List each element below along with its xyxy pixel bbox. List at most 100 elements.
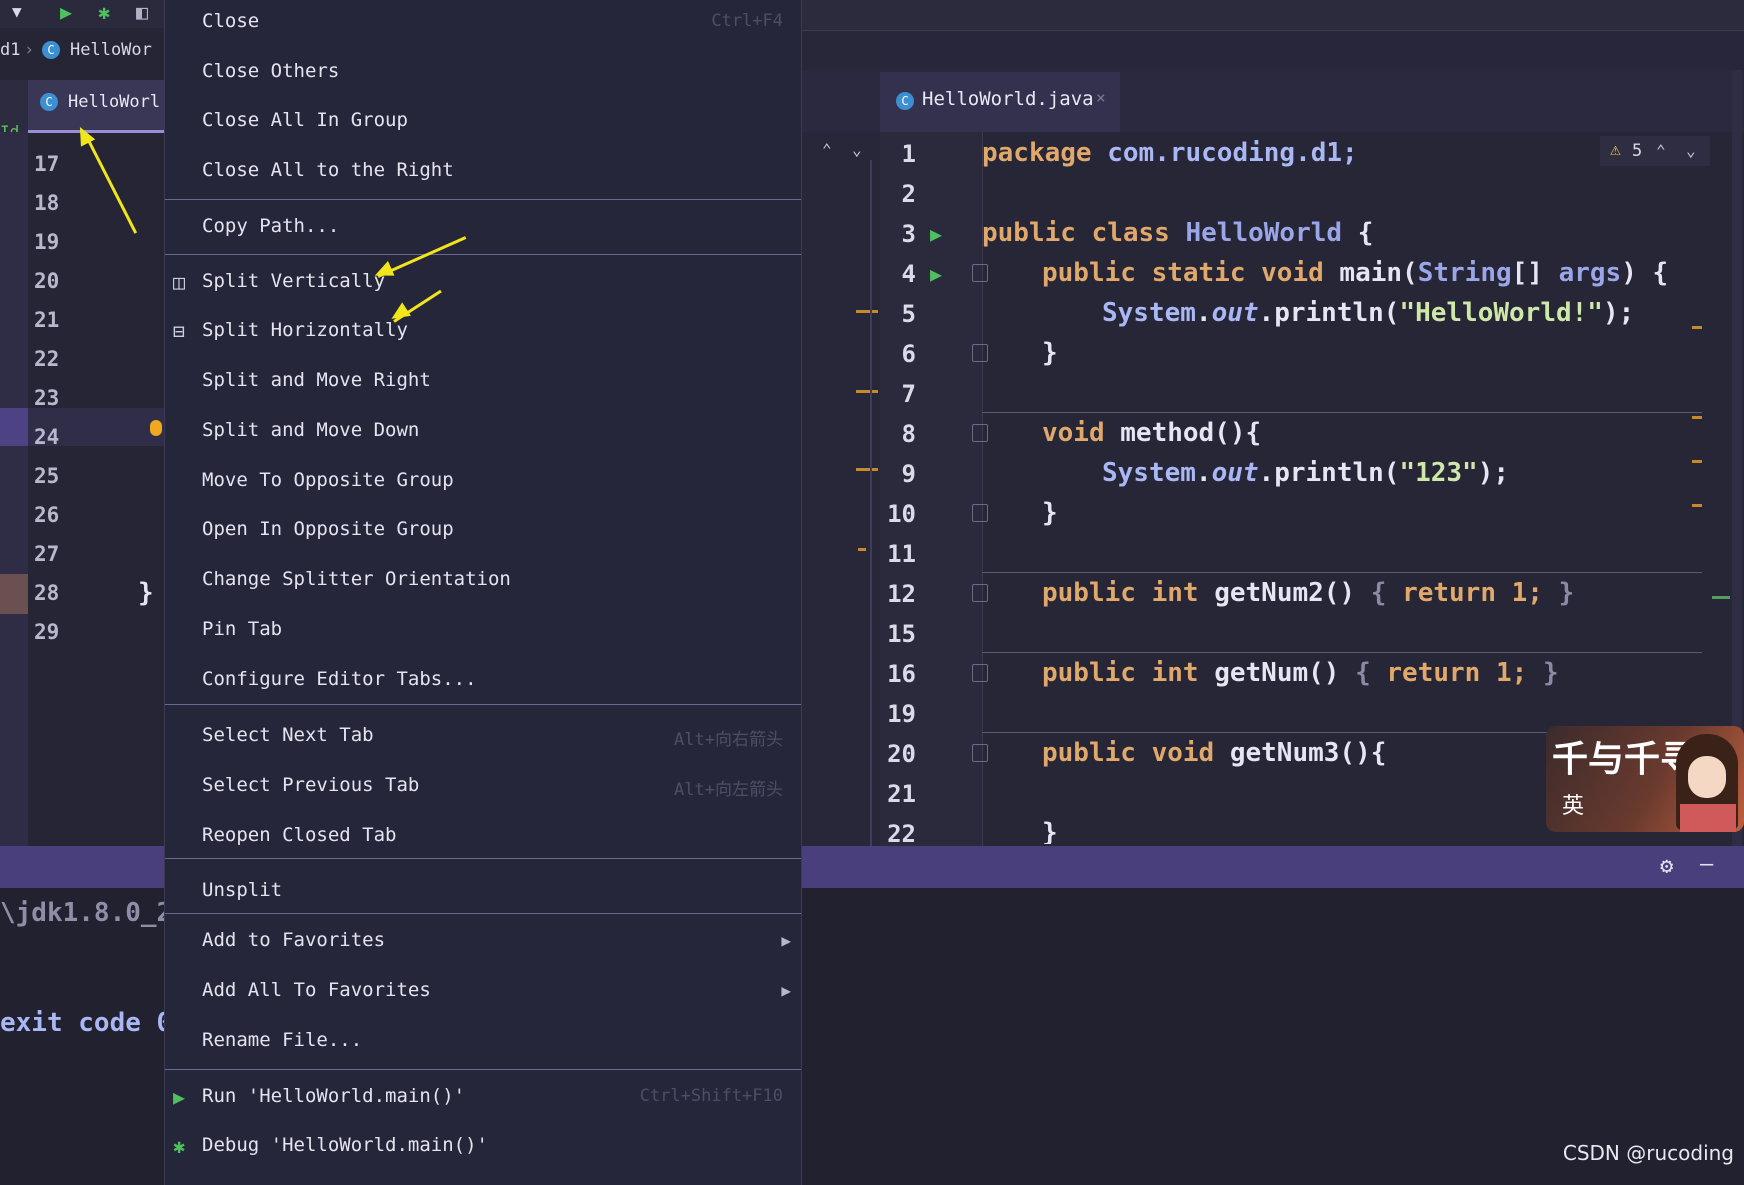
menu-item-copy-path[interactable]: Copy Path... [165,205,801,249]
line-number: 21 [887,780,916,808]
menu-item-unsplit[interactable]: Unsplit [165,869,801,913]
menu-item-open-opposite-group[interactable]: Open In Opposite Group [165,508,801,552]
submenu-arrow-icon: ▶ [781,931,791,950]
debug-icon[interactable]: ✱ [98,0,110,24]
menu-item-split-move-down[interactable]: Split and Move Down [165,409,801,453]
menu-item-close[interactable]: Close Ctrl+F4 [165,0,801,44]
menu-item-configure-editor-tabs[interactable]: Configure Editor Tabs... [165,658,801,702]
tab-context-menu: Close Ctrl+F4 Close Others Close All In Gro… [164,0,802,1185]
menu-item-close-others[interactable]: Close Others [165,50,801,94]
code-line-6: } [1042,338,1058,368]
line-number: 16 [887,660,916,688]
sticker-subtitle: 英 [1562,794,1585,819]
code-line-1: package com.rucoding.d1; [982,138,1358,168]
run-gutter-icon[interactable]: ▶ [930,222,942,246]
line-number: 26 [34,503,60,527]
line-number: 12 [887,580,916,608]
menu-item-shortcut: Ctrl+Shift+F10 [639,1086,783,1106]
chevron-right-icon: › [24,40,35,60]
debug-icon: ✱ [173,1134,186,1158]
menu-item-label: Close All to the Right [202,159,454,181]
line-number: 20 [887,740,916,768]
fold-icon[interactable] [972,264,988,282]
menu-item-debug-main[interactable]: ✱ Debug 'HelloWorld.main()' [165,1124,801,1168]
menu-item-select-previous-tab[interactable]: Select Previous Tab Alt+向左箭头 [165,764,801,808]
menu-item-add-to-favorites[interactable]: Add to Favorites ▶ [165,919,801,963]
coverage-icon[interactable]: ◧ [136,0,148,24]
menu-item-reopen-closed-tab[interactable]: Reopen Closed Tab [165,814,801,858]
menu-item-label: Reopen Closed Tab [202,824,397,846]
change-marker [858,548,866,551]
expand-icon[interactable] [972,584,988,602]
code-line-8: void method(){ [1042,418,1262,448]
line-number: 4 [901,260,916,288]
fold-icon[interactable] [972,504,988,522]
splitter-bar[interactable] [870,160,872,846]
run-icon[interactable]: ▶ [60,0,72,24]
line-number: 11 [887,540,916,568]
breadcrumb-file[interactable]: HelloWor [70,40,152,60]
next-highlight-icon[interactable]: ⌄ [1686,141,1696,160]
menu-item-pin-tab[interactable]: Pin Tab [165,608,801,652]
nav-up-icon[interactable]: ⌃ [822,140,832,159]
line-number: 25 [34,464,60,488]
menu-item-label: Add All To Favorites [202,979,431,1001]
line-number: 19 [887,700,916,728]
menu-item-label: Rename File... [202,1029,363,1051]
menu-item-rename-file[interactable]: Rename File... [165,1019,801,1063]
menu-item-label: Split Horizontally [202,319,408,341]
left-editor-tab[interactable]: C HelloWorl [28,80,164,133]
line-number: 27 [34,542,60,566]
nav-down-icon[interactable]: ⌄ [852,140,862,159]
close-tab-icon[interactable]: × [1096,88,1106,107]
gear-icon[interactable]: ⚙ [1660,854,1673,879]
menu-item-split-move-right[interactable]: Split and Move Right [165,359,801,403]
menu-item-split-horizontally[interactable]: ⊟ Split Horizontally [165,309,801,353]
inspection-widget[interactable]: ⚠ 5 ⌃ ⌄ [1600,136,1710,166]
menu-item-label: Debug 'HelloWorld.main()' [202,1134,488,1156]
warning-stripe [1692,326,1702,329]
split-horizontal-icon: ⊟ [173,319,186,343]
menu-item-add-all-to-favorites[interactable]: Add All To Favorites ▶ [165,969,801,1013]
method-separator [982,652,1702,653]
minimize-icon[interactable]: — [1700,852,1713,877]
menu-item-label: Add to Favorites [202,929,386,951]
menu-item-label: Configure Editor Tabs... [202,668,477,690]
menu-item-close-all-to-right[interactable]: Close All to the Right [165,149,801,193]
character-face [1688,756,1726,798]
menu-item-label: Split and Move Down [202,419,420,441]
code-line-20: public void getNum3(){ [1042,738,1387,768]
dropdown-icon[interactable]: ▼ [12,2,22,21]
change-stripe [1712,596,1730,599]
change-marker [856,310,878,313]
prev-highlight-icon[interactable]: ⌃ [1656,141,1666,160]
menu-item-run-main[interactable]: ▶ Run 'HelloWorld.main()' Ctrl+Shift+F10 [165,1075,801,1119]
line-number: 23 [34,386,60,410]
menu-item-split-vertically[interactable]: ◫ Split Vertically [165,260,801,304]
code-line-12: public int getNum2() { return 1; } [1042,578,1575,608]
expand-icon[interactable] [972,664,988,682]
menu-item-move-opposite-group[interactable]: Move To Opposite Group [165,459,801,503]
watermark: CSDN @rucoding [1562,1141,1734,1165]
menu-item-change-splitter-orientation[interactable]: Change Splitter Orientation [165,558,801,602]
warning-stripe [1692,416,1702,419]
sticker-title: 千与千寻 [1552,738,1697,780]
menu-separator [165,858,801,859]
menu-item-select-next-tab[interactable]: Select Next Tab Alt+向右箭头 [165,714,801,758]
menu-separator [165,199,801,200]
line-number: 21 [34,308,60,332]
menu-item-label: Close All In Group [202,109,408,131]
menu-item-label: Pin Tab [202,618,283,640]
method-separator [982,412,1702,413]
fold-icon[interactable] [972,424,988,442]
breadcrumb-package[interactable]: d1 [0,40,20,60]
selected-line-marker [0,408,28,446]
character-clothes [1680,804,1736,832]
run-gutter-icon[interactable]: ▶ [930,262,942,286]
fold-icon[interactable] [972,744,988,762]
line-number: 2 [901,180,916,208]
intention-bulb-icon[interactable] [150,420,162,436]
menu-item-close-all-in-group[interactable]: Close All In Group [165,99,801,143]
fold-icon[interactable] [972,344,988,362]
menu-item-label: Split Vertically [202,270,386,292]
